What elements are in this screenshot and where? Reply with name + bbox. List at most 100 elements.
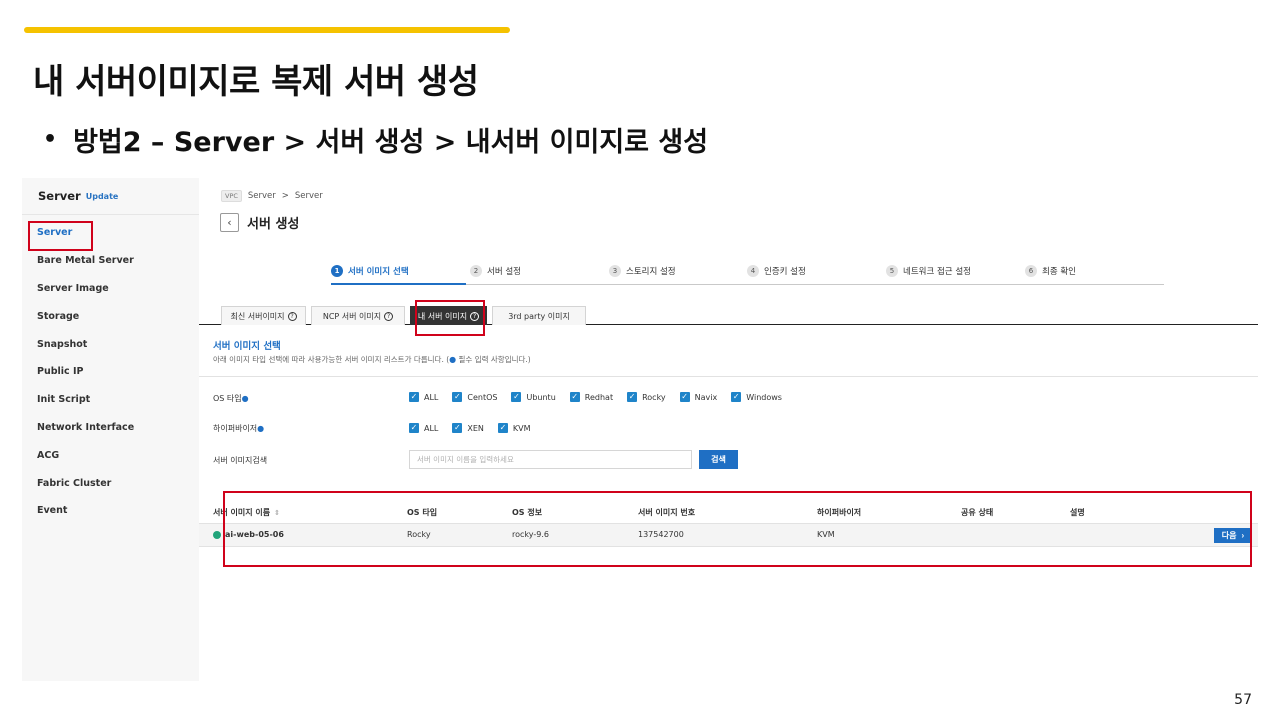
tab-ncp-server-image[interactable]: NCP 서버 이미지 ? — [311, 306, 405, 325]
checkbox-os-all[interactable]: ✓ ALL — [409, 392, 438, 402]
checkbox-os-rocky[interactable]: ✓ Rocky — [627, 392, 666, 402]
tab-latest-server-image[interactable]: 최신 서버이미지 ? — [221, 306, 306, 325]
cell-hypervisor: KVM — [817, 530, 835, 539]
step-number: 6 — [1025, 265, 1037, 277]
checkbox-label: ALL — [424, 392, 439, 402]
sidebar: Server Update Server Bare Metal Server S… — [22, 178, 199, 681]
checkbox-label: Windows — [746, 392, 782, 402]
bullet-dot: • — [43, 127, 58, 152]
table-row[interactable]: ai-web-05-06 Rocky rocky-9.6 137542700 K… — [199, 524, 1258, 547]
cell-os-type: Rocky — [407, 530, 431, 539]
checkbox-hv-all[interactable]: ✓ ALL — [409, 423, 438, 433]
chevron-left-icon: ‹ — [227, 216, 232, 229]
tab-3rd-party-image[interactable]: 3rd party 이미지 — [492, 306, 586, 325]
step-4[interactable]: 4 인증키 설정 — [747, 265, 806, 277]
checkbox-label: XEN — [467, 423, 484, 433]
tab-label: 3rd party 이미지 — [508, 311, 570, 321]
sidebar-item-acg[interactable]: ACG — [22, 441, 199, 469]
search-button[interactable]: 검색 — [699, 450, 738, 469]
step-label: 스토리지 설정 — [626, 267, 676, 277]
sidebar-update-link[interactable]: Update — [86, 192, 119, 201]
sidebar-item-storage[interactable]: Storage — [22, 302, 199, 330]
sidebar-item-network-interface[interactable]: Network Interface — [22, 414, 199, 442]
step-1[interactable]: 1 서버 이미지 선택 — [331, 265, 409, 277]
breadcrumb: VPC Server > Server — [221, 190, 323, 202]
checkbox-os-redhat[interactable]: ✓ Redhat — [569, 392, 614, 402]
help-icon[interactable]: ? — [470, 311, 480, 321]
sidebar-item-server[interactable]: Server — [22, 219, 199, 247]
column-header-os-type: OS 타입 — [407, 508, 438, 517]
slide-title: 내 서버이미지로 복제 서버 생성 — [33, 62, 479, 102]
column-label: 서버 이미지 이름 — [213, 508, 271, 517]
table-header: 서버 이미지 이름 ⇕ OS 타입 OS 정보 서버 이미지 번호 하이퍼바이저 … — [199, 501, 1258, 524]
checkbox-os-ubuntu[interactable]: ✓ Ubuntu — [511, 392, 556, 402]
section-title: 서버 이미지 선택 — [213, 341, 281, 352]
checkbox-hv-kvm[interactable]: ✓ KVM — [497, 423, 531, 433]
tab-label: 내 서버 이미지 — [417, 311, 468, 321]
checkbox-checked-icon: ✓ — [409, 392, 419, 402]
os-type-label: OS 타입● — [213, 393, 249, 404]
chevron-right-icon: › — [1241, 531, 1245, 540]
sort-icon[interactable]: ⇕ — [274, 509, 280, 517]
sidebar-item-event[interactable]: Event — [22, 497, 199, 525]
checkbox-os-navix[interactable]: ✓ Navix — [679, 392, 718, 402]
os-type-checkboxes: ✓ ALL ✓ CentOS ✓ Ubuntu ✓ Redhat ✓ Rocky ✓ Nav… — [409, 392, 796, 402]
step-5[interactable]: 5 네트워크 접근 설정 — [886, 265, 971, 277]
stepper-progress-line — [331, 283, 466, 285]
section-description: 아래 이미지 타입 선택에 따라 사용가능한 서버 이미지 리스트가 다릅니다.… — [213, 354, 531, 365]
label-text: 하이퍼바이저 — [213, 424, 258, 433]
column-header-description: 설명 — [1070, 508, 1085, 517]
checkbox-os-centos[interactable]: ✓ CentOS — [452, 392, 497, 402]
sidebar-item-public-ip[interactable]: Public IP — [22, 358, 199, 386]
step-2[interactable]: 2 서버 설정 — [470, 265, 521, 277]
checkbox-checked-icon: ✓ — [731, 392, 742, 402]
cell-image-name: ai-web-05-06 — [213, 530, 284, 539]
create-server-form: 1 서버 이미지 선택 2 서버 설정 3 스토리지 설정 4 인증키 설정 5 — [199, 241, 1258, 681]
image-search-label: 서버 이미지검색 — [213, 456, 268, 465]
column-header-hypervisor: 하이퍼바이저 — [817, 508, 862, 517]
required-dot-icon: ● — [241, 394, 249, 403]
sidebar-item-server-image[interactable]: Server Image — [22, 275, 199, 303]
help-icon[interactable]: ? — [287, 311, 297, 321]
step-number: 3 — [609, 265, 621, 277]
sidebar-item-bare-metal-server[interactable]: Bare Metal Server — [22, 247, 199, 275]
help-icon[interactable]: ? — [384, 311, 394, 321]
divider — [199, 376, 1258, 377]
step-6[interactable]: 6 최종 확인 — [1025, 265, 1076, 277]
checkbox-checked-icon: ✓ — [452, 423, 463, 433]
title-accent-bar — [24, 27, 510, 33]
sidebar-title: Server — [38, 189, 81, 203]
sidebar-header: Server Update — [22, 178, 199, 215]
checkbox-checked-icon: ✓ — [409, 423, 419, 433]
checkbox-hv-xen[interactable]: ✓ XEN — [452, 423, 484, 433]
slide-bullet: • 방법2 – Server > 서버 생성 > 내서버 이미지로 생성 — [43, 120, 708, 159]
tab-label: NCP 서버 이미지 — [322, 311, 382, 321]
image-table: 서버 이미지 이름 ⇕ OS 타입 OS 정보 서버 이미지 번호 하이퍼바이저 … — [199, 501, 1258, 547]
hypervisor-checkboxes: ✓ ALL ✓ XEN ✓ KVM — [409, 423, 545, 433]
next-button[interactable]: 다음 › — [1214, 528, 1252, 543]
sidebar-item-snapshot[interactable]: Snapshot — [22, 330, 199, 358]
sidebar-item-fabric-cluster[interactable]: Fabric Cluster — [22, 469, 199, 497]
breadcrumb-item[interactable]: Server — [248, 191, 276, 201]
step-label: 서버 이미지 선택 — [348, 267, 409, 277]
checkbox-label: KVM — [512, 423, 531, 433]
description-text: 필수 입력 사항입니다.) — [456, 355, 531, 364]
checkbox-label: Ubuntu — [526, 392, 556, 402]
breadcrumb-item[interactable]: Server — [295, 191, 323, 201]
sidebar-menu: Server Bare Metal Server Server Image St… — [22, 215, 199, 525]
main-panel: VPC Server > Server ‹ 서버 생성 1 서버 이미지 선택 … — [199, 178, 1258, 681]
step-number: 1 — [331, 265, 343, 277]
image-search-input[interactable] — [409, 450, 692, 469]
checkbox-os-windows[interactable]: ✓ Windows — [731, 392, 782, 402]
back-button[interactable]: ‹ — [220, 213, 239, 232]
tab-my-server-image[interactable]: 내 서버 이미지 ? — [410, 306, 487, 325]
checkbox-label: Navix — [694, 392, 718, 402]
tab-label: 최신 서버이미지 — [230, 311, 285, 321]
step-3[interactable]: 3 스토리지 설정 — [609, 265, 676, 277]
column-header-name[interactable]: 서버 이미지 이름 ⇕ — [213, 507, 280, 518]
step-label: 서버 설정 — [487, 267, 521, 277]
sidebar-item-init-script[interactable]: Init Script — [22, 386, 199, 414]
cell-text: ai-web-05-06 — [225, 530, 284, 539]
checkbox-label: Redhat — [584, 392, 614, 402]
step-number: 4 — [747, 265, 759, 277]
